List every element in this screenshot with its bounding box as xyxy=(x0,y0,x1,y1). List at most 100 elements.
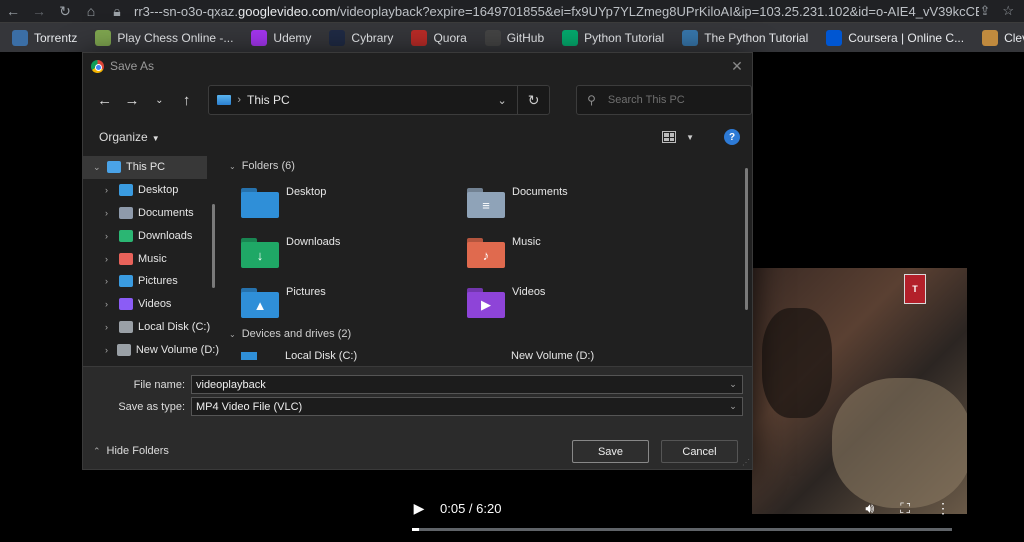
tree-item[interactable]: ⌄ This PC xyxy=(83,156,207,179)
tree-item[interactable]: › Documents xyxy=(83,202,219,225)
bookmark-label: Coursera | Online C... xyxy=(848,30,965,45)
share-icon[interactable]: ⇪ xyxy=(979,3,990,19)
drive-item[interactable]: New Volume (D:) xyxy=(455,346,681,366)
tree-item[interactable]: › Desktop xyxy=(83,179,219,202)
chevron-right-icon[interactable]: › xyxy=(105,322,119,332)
forward-arrow-icon[interactable]: → xyxy=(118,92,145,109)
recent-locations-chevron-icon[interactable]: ⌄ xyxy=(146,95,173,106)
volume-icon[interactable]: 🔊︎ xyxy=(865,500,874,517)
chevron-down-icon[interactable]: ⌄ xyxy=(724,379,742,390)
refresh-icon[interactable]: ↻ xyxy=(517,86,549,114)
more-vertical-icon[interactable]: ⋮ xyxy=(936,500,950,517)
tree-item[interactable]: › Music xyxy=(83,247,219,270)
chevron-down-icon[interactable]: ⌄ xyxy=(93,162,107,173)
bookmark-label: Clever Programmer xyxy=(1004,30,1024,45)
this-pc-icon xyxy=(107,161,121,174)
torrentz-icon xyxy=(12,29,28,46)
close-icon[interactable]: ✕ xyxy=(722,58,752,75)
resize-grip-icon[interactable]: ⋰ xyxy=(742,458,750,467)
chevron-right-icon[interactable]: › xyxy=(105,299,119,309)
bookmark-item[interactable]: GitHub xyxy=(484,29,544,46)
folder-item[interactable]: ♪ Music xyxy=(455,228,681,278)
chrome-icon xyxy=(91,59,104,73)
video-progress-bar[interactable] xyxy=(412,528,952,531)
bookmark-item[interactable]: Cybrary xyxy=(329,29,394,46)
forward-arrow-icon[interactable]: → xyxy=(26,3,52,19)
dialog-title: Save As xyxy=(110,59,155,73)
file-name-row: File name: videoplayback ⌄ xyxy=(83,375,743,394)
organize-button[interactable]: Organize ▼ xyxy=(99,130,160,144)
bookmark-item[interactable]: Udemy xyxy=(251,29,311,46)
command-row: Organize ▼ ▼ ? xyxy=(83,121,752,153)
tree-item-label: Videos xyxy=(138,298,172,311)
search-input[interactable]: ⚲ Search This PC xyxy=(576,85,753,115)
bookmark-item[interactable]: Coursera | Online C... xyxy=(826,29,965,46)
pictures-folder-icon: ▲ xyxy=(241,288,279,318)
bookmark-item[interactable]: Clever Programmer xyxy=(982,29,1024,46)
address-bar[interactable]: rr3---sn-o3o-qxaz.googlevideo.com/videop… xyxy=(134,4,979,19)
chevron-down-icon[interactable]: ⌄ xyxy=(724,401,742,412)
bookmark-item[interactable]: Play Chess Online -... xyxy=(95,29,233,46)
help-icon[interactable]: ? xyxy=(724,129,740,145)
chevron-right-icon[interactable]: › xyxy=(105,208,119,218)
bookmark-item[interactable]: Python Tutorial xyxy=(562,29,664,46)
clever-programmer-icon xyxy=(982,29,999,46)
chevron-right-icon[interactable]: › xyxy=(105,276,119,286)
up-arrow-icon[interactable]: ↑ xyxy=(173,92,200,109)
back-arrow-icon[interactable]: ← xyxy=(91,92,118,109)
chevron-right-icon[interactable]: › xyxy=(105,231,119,241)
address-dropdown-icon[interactable]: ⌄ xyxy=(487,94,517,107)
bookmark-item[interactable]: The Python Tutorial xyxy=(682,29,808,46)
navigation-pane-scrollbar[interactable] xyxy=(212,204,215,288)
reload-icon[interactable]: ↻ xyxy=(52,3,78,20)
bookmark-item[interactable]: Torrentz xyxy=(12,29,77,46)
videos-icon xyxy=(119,298,133,311)
tree-item[interactable]: › Videos xyxy=(83,293,219,316)
folder-item[interactable]: Desktop xyxy=(229,178,455,228)
breadcrumb-this-pc[interactable]: This PC xyxy=(247,93,290,107)
python-icon xyxy=(682,29,699,46)
breadcrumb-separator-icon: › xyxy=(237,94,241,106)
content-pane-scrollbar[interactable] xyxy=(745,168,748,310)
desktop-folder-icon xyxy=(241,188,279,218)
dialog-titlebar: Save As ✕ xyxy=(83,53,752,79)
fullscreen-icon[interactable]: ⛶ xyxy=(900,500,910,517)
tree-item[interactable]: › Pictures xyxy=(83,270,219,293)
address-breadcrumb[interactable]: › This PC ⌄ ↻ xyxy=(208,85,551,115)
folders-section-header[interactable]: ⌄ Folders (6) xyxy=(229,154,752,178)
hide-folders-button[interactable]: ⌃ Hide Folders xyxy=(93,445,169,457)
chevron-right-icon[interactable]: › xyxy=(105,345,117,355)
lock-icon[interactable]: 🔒︎ xyxy=(104,3,130,20)
chevron-right-icon[interactable]: › xyxy=(105,254,119,264)
tree-item-label: Downloads xyxy=(138,229,193,242)
udemy-icon xyxy=(251,29,268,46)
home-icon[interactable]: ⌂ xyxy=(78,3,104,19)
view-dropdown-icon[interactable]: ▼ xyxy=(686,133,694,142)
tree-item[interactable]: › Local Disk (C:) xyxy=(83,316,219,339)
chevron-right-icon[interactable]: › xyxy=(105,185,119,195)
github-icon xyxy=(484,29,501,46)
tree-item[interactable]: › New Volume (D:) xyxy=(83,338,219,361)
bookmark-label: Cybrary xyxy=(351,30,394,45)
save-button[interactable]: Save xyxy=(572,440,649,463)
folder-item[interactable]: ▲ Pictures xyxy=(229,278,455,328)
video-frame[interactable]: T xyxy=(752,268,967,514)
back-arrow-icon[interactable]: ← xyxy=(0,3,26,19)
file-name-input[interactable]: videoplayback ⌄ xyxy=(191,375,743,394)
play-icon[interactable]: ▶ xyxy=(404,500,434,517)
cancel-button[interactable]: Cancel xyxy=(661,440,738,463)
video-progress-fill xyxy=(412,528,420,531)
save-as-type-label: Save as type: xyxy=(118,400,185,413)
tree-item-label: This PC xyxy=(126,161,166,174)
view-options-icon[interactable] xyxy=(662,131,677,143)
bookmark-star-icon[interactable]: ☆ xyxy=(1002,3,1014,19)
drive-item[interactable]: Local Disk (C:) xyxy=(229,346,455,366)
save-as-type-select[interactable]: MP4 Video File (VLC) ⌄ xyxy=(191,397,743,416)
folder-item[interactable]: ▶ Videos xyxy=(455,278,681,328)
chevron-up-icon: ⌃ xyxy=(93,445,101,456)
video-time: 0:05 / 6:20 xyxy=(440,500,502,516)
folder-item[interactable]: ≡ Documents xyxy=(455,178,681,228)
bookmark-item[interactable]: Quora xyxy=(411,29,467,46)
folder-item[interactable]: ↓ Downloads xyxy=(229,228,455,278)
tree-item[interactable]: › Downloads xyxy=(83,224,219,247)
